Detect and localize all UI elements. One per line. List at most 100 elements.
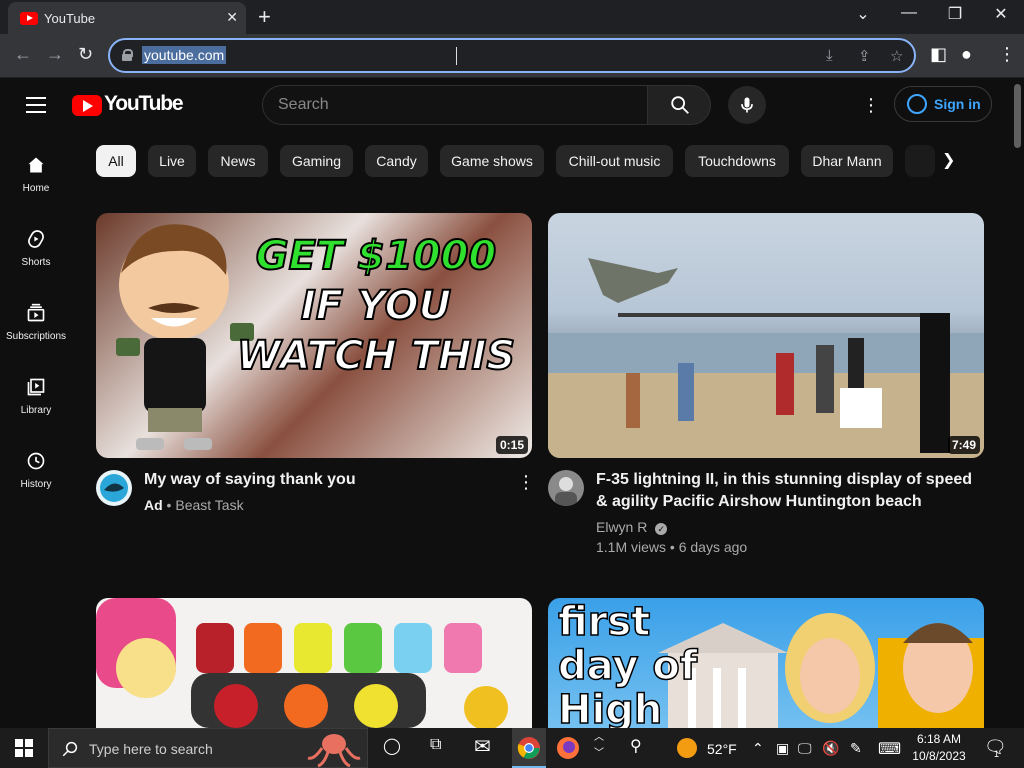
- sidebar-label: Subscriptions: [5, 331, 67, 342]
- sidebar-label: History: [20, 479, 52, 490]
- sidebar-item-subscriptions[interactable]: Subscriptions: [0, 303, 72, 367]
- video-title[interactable]: & agility Pacific Airshow Huntington bea…: [596, 491, 922, 513]
- airshow-beach-image: [548, 258, 984, 458]
- url-text[interactable]: youtube.com: [142, 46, 227, 64]
- cortana-icon[interactable]: ◯: [383, 736, 401, 756]
- meet-now-icon[interactable]: ▣: [776, 740, 789, 757]
- guide-menu-icon[interactable]: [26, 97, 46, 113]
- chip-partial[interactable]: [905, 145, 935, 177]
- window-close-icon[interactable]: ✕: [978, 4, 1024, 30]
- share-icon[interactable]: ⇪: [858, 47, 871, 65]
- reload-icon[interactable]: ↻: [78, 44, 93, 65]
- weather-temp[interactable]: 52°F: [707, 741, 737, 757]
- new-tab-icon[interactable]: +: [258, 4, 271, 30]
- taskbar-search-placeholder: Type here to search: [89, 741, 213, 757]
- settings-more-icon[interactable]: ⋮: [862, 95, 880, 116]
- chip-touchdowns[interactable]: Touchdowns: [685, 145, 789, 177]
- overflow-arrows-icon[interactable]: ︿ ﹀: [594, 730, 604, 762]
- taskbar-chrome-button[interactable]: [512, 728, 546, 768]
- browser-tab[interactable]: YouTube ✕: [8, 2, 246, 34]
- thumbnail-text: High: [557, 687, 663, 728]
- subscriptions-icon: [27, 303, 45, 322]
- keyboard-icon[interactable]: ⌨: [878, 739, 901, 759]
- chip-chill-out-music[interactable]: Chill-out music: [556, 145, 673, 177]
- sidebar-item-shorts[interactable]: Shorts: [0, 229, 72, 293]
- chip-live[interactable]: Live: [148, 145, 196, 177]
- search-icon: [62, 741, 78, 757]
- address-bar[interactable]: youtube.com ⤓ ⇪ ☆: [108, 38, 916, 73]
- search-button[interactable]: [647, 85, 711, 125]
- youtube-logo-icon[interactable]: [72, 95, 102, 116]
- chip-game-shows[interactable]: Game shows: [440, 145, 544, 177]
- clock-time[interactable]: 6:18 AM: [914, 732, 964, 746]
- chip-gaming[interactable]: Gaming: [280, 145, 353, 177]
- restore-icon[interactable]: ❐: [932, 4, 978, 30]
- channel-avatar[interactable]: [96, 470, 132, 506]
- bookmark-star-icon[interactable]: ☆: [890, 47, 903, 65]
- forward-arrow-icon[interactable]: →: [46, 44, 64, 65]
- text-cursor: [456, 47, 458, 65]
- task-view-icon[interactable]: ⧉: [430, 736, 441, 754]
- chip-all[interactable]: All: [96, 145, 136, 177]
- mail-icon[interactable]: ✉: [474, 734, 491, 759]
- tab-search-chevron-icon[interactable]: ⌄: [840, 4, 886, 30]
- chevron-right-icon[interactable]: ❯: [942, 150, 955, 170]
- browser-menu-icon[interactable]: ⋮: [998, 44, 1016, 65]
- video-menu-icon[interactable]: ⋮: [517, 472, 535, 493]
- voice-search-button[interactable]: [728, 86, 766, 124]
- browser-tab-strip: YouTube ✕ + ⌄ — ❐ ✕: [0, 0, 1024, 34]
- video-duration: 0:15: [495, 436, 528, 454]
- channel-name[interactable]: Elwyn R ✓: [596, 519, 668, 535]
- firefox-icon[interactable]: [556, 736, 580, 760]
- side-panel-icon[interactable]: ◧: [930, 44, 947, 65]
- ad-badge: Ad: [144, 497, 163, 513]
- chip-news[interactable]: News: [208, 145, 268, 177]
- sign-in-button[interactable]: Sign in: [894, 86, 992, 122]
- scrollbar-thumb[interactable]: [1014, 84, 1021, 148]
- sidebar-item-library[interactable]: Library: [0, 377, 72, 441]
- minimize-icon[interactable]: —: [886, 4, 932, 30]
- windows-start-icon[interactable]: [15, 739, 33, 757]
- video-thumbnail[interactable]: 7:49: [548, 213, 984, 458]
- shark-logo-icon: [100, 474, 128, 502]
- clock-date[interactable]: 10/8/2023: [910, 749, 968, 763]
- lock-icon[interactable]: [122, 49, 133, 61]
- network-icon[interactable]: 🖵: [798, 740, 812, 757]
- search-input[interactable]: Search: [262, 85, 648, 125]
- thumbnail-text: IF YOU: [300, 282, 452, 330]
- library-icon: [27, 378, 45, 396]
- youtube-header: YouTube Search ⋮ Sign in: [0, 78, 1010, 134]
- sidebar-item-history[interactable]: History: [0, 451, 72, 515]
- chip-candy[interactable]: Candy: [365, 145, 428, 177]
- video-thumbnail[interactable]: [96, 598, 532, 728]
- sidebar-label: Shorts: [21, 257, 51, 268]
- video-thumbnail[interactable]: first day of High: [548, 598, 984, 728]
- youtube-logo-text[interactable]: YouTube: [104, 92, 184, 116]
- tab-close-icon[interactable]: ✕: [226, 9, 238, 26]
- weather-sun-icon[interactable]: [677, 738, 697, 758]
- volume-muted-icon[interactable]: 🔇: [822, 740, 839, 757]
- thumbnail-text: GET $1000: [255, 232, 498, 280]
- people-icon[interactable]: ⚲: [630, 736, 642, 756]
- chip-dhar-mann[interactable]: Dhar Mann: [801, 145, 893, 177]
- person-avatar-icon: [555, 477, 577, 506]
- video-title[interactable]: F-35 lightning II, in this stunning disp…: [596, 469, 972, 491]
- channel-name[interactable]: Beast Task: [175, 497, 243, 513]
- page-scrollbar[interactable]: [1010, 78, 1024, 728]
- video-thumbnail[interactable]: GET $1000 IF YOU WATCH THIS 0:15: [96, 213, 532, 458]
- sidebar-item-home[interactable]: Home: [0, 155, 72, 219]
- back-arrow-icon[interactable]: ←: [14, 44, 32, 65]
- home-icon: [28, 157, 44, 173]
- profile-icon[interactable]: ●: [961, 44, 972, 65]
- install-app-icon[interactable]: ⤓: [826, 47, 833, 64]
- chrome-icon: [517, 737, 540, 759]
- thumbnail-text: first: [557, 599, 651, 645]
- shorts-icon: [28, 230, 44, 248]
- pen-icon[interactable]: ✎: [850, 740, 862, 757]
- windows-taskbar: Type here to search ◯ ⧉ ✉ ︿ ﹀ ⚲ 52°F ⌃ ▣ …: [0, 728, 1024, 768]
- channel-avatar[interactable]: [548, 470, 584, 506]
- tray-expand-icon[interactable]: ⌃: [752, 740, 764, 757]
- sign-in-label: Sign in: [934, 96, 981, 112]
- video-title[interactable]: My way of saying thank you: [144, 469, 356, 491]
- taskbar-search-input[interactable]: Type here to search: [48, 728, 368, 768]
